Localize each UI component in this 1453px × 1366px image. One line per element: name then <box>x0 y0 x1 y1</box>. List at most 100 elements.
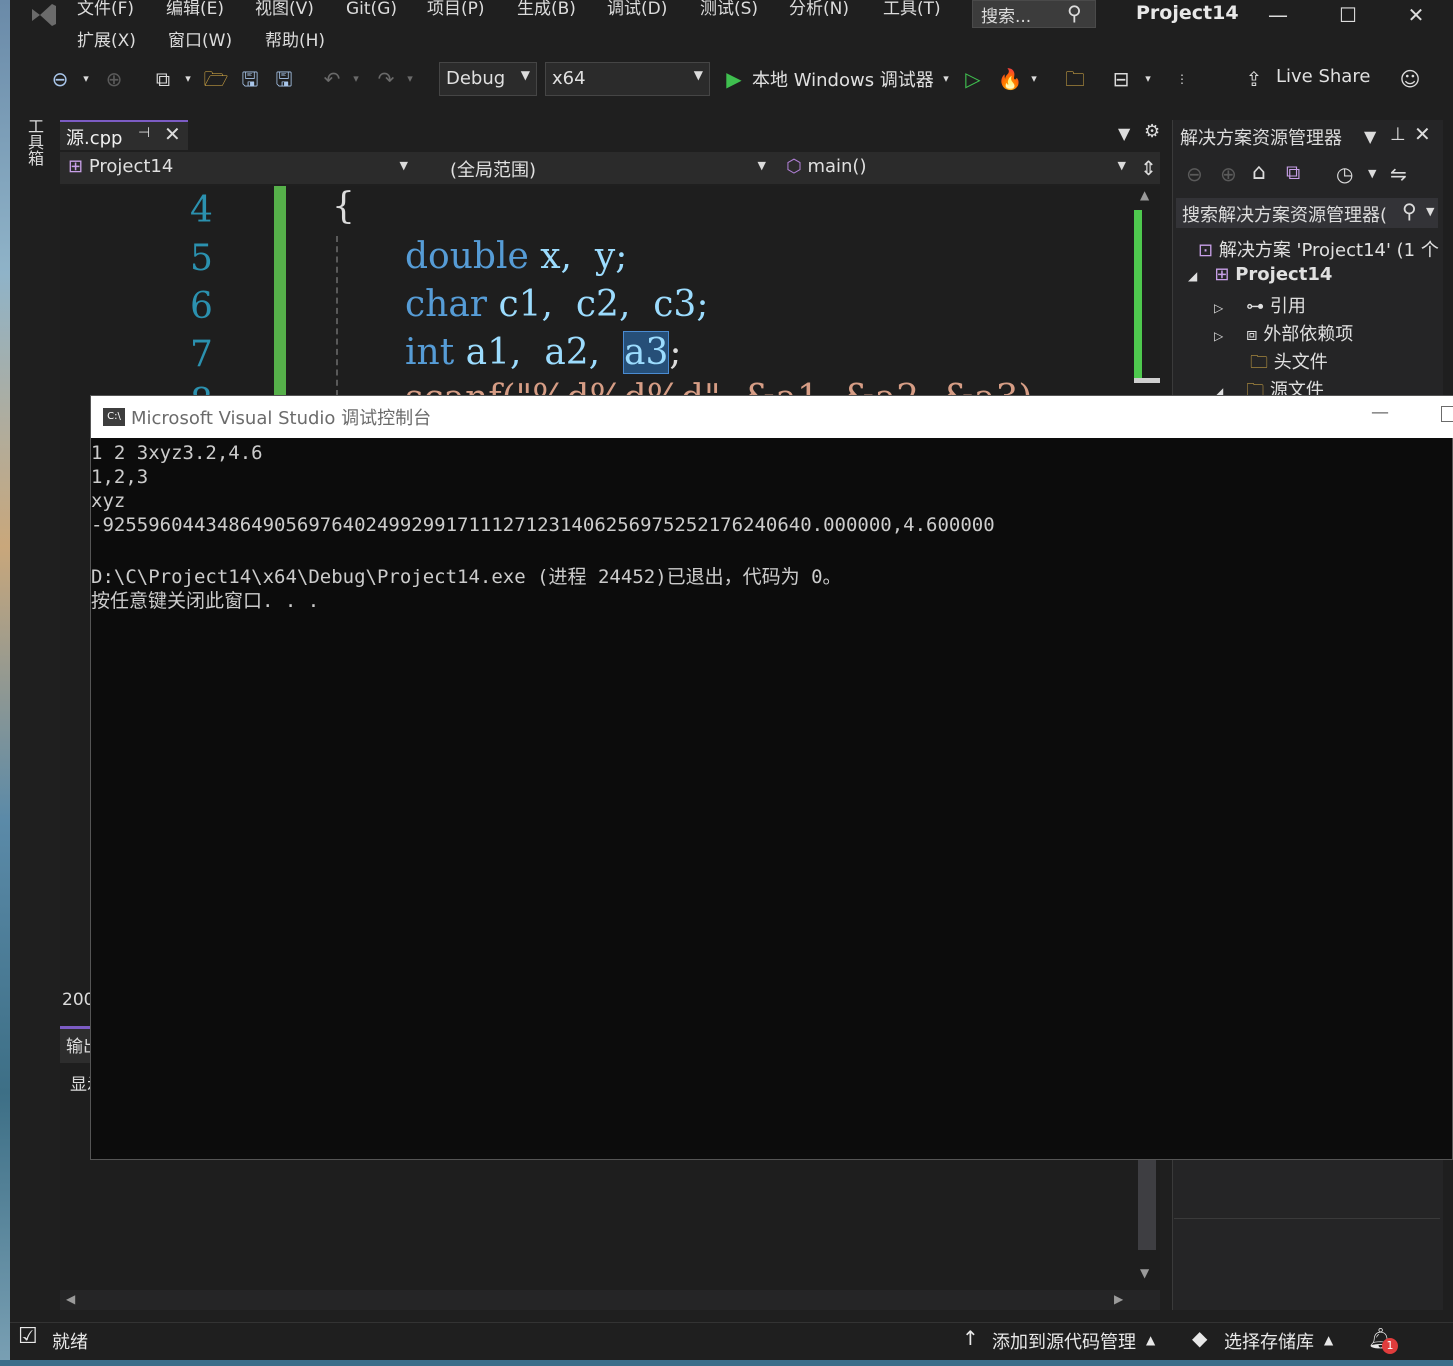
close-tab-icon[interactable]: ✕ <box>164 122 181 146</box>
console-minimize-button[interactable]: — <box>1371 402 1389 423</box>
debug-target-dropdown-icon[interactable]: ▾ <box>938 64 954 94</box>
debug-console-titlebar[interactable]: C:\ Microsoft Visual Studio 调试控制台 — <box>91 396 1453 438</box>
tree-references[interactable]: ▷ ⊶ 引用 <box>1214 292 1306 318</box>
menu-extensions[interactable]: 扩展(X) <box>77 28 136 54</box>
toolbar-overflow-icon[interactable]: ⋮ <box>1170 64 1194 94</box>
tab-list-dropdown-icon[interactable]: ▼ <box>1118 124 1130 143</box>
menu-view[interactable]: 视图(V) <box>255 0 314 24</box>
tree-source-files[interactable]: ◢ 🗀 源文件 <box>1214 376 1434 395</box>
console-app-icon: C:\ <box>103 408 125 426</box>
save-all-icon[interactable]: 🖫 <box>270 64 298 94</box>
menu-window[interactable]: 窗口(W) <box>168 28 232 54</box>
expanded-arrow-icon: ◢ <box>1188 269 1198 283</box>
close-panel-icon[interactable]: ✕ <box>1414 122 1431 146</box>
redo-icon: ↷ <box>377 67 395 91</box>
solution-explorer-title: 解决方案资源管理器 <box>1180 128 1342 149</box>
menu-file[interactable]: 文件(F) <box>77 0 134 24</box>
new-item-dropdown-icon[interactable]: ▾ <box>180 64 196 94</box>
chevron-down-icon: ▼ <box>520 68 530 82</box>
console-line: 1,2,3 <box>91 466 149 488</box>
toolbox-tab[interactable]: 工具箱 <box>24 118 46 166</box>
member-nav-select[interactable]: ⬡ main() ▼ <box>780 154 1132 182</box>
minimize-button[interactable]: — <box>1256 0 1300 30</box>
pending-changes-filter-icon[interactable]: ◷ <box>1336 162 1353 186</box>
scrollbar-caret-marker <box>1134 378 1160 383</box>
feedback-icon[interactable]: ☺ <box>1396 64 1424 94</box>
share-icon: ⇪ <box>1245 67 1263 91</box>
scroll-up-icon[interactable]: ▲ <box>1140 188 1149 202</box>
live-share-button[interactable]: Live Share <box>1276 66 1370 87</box>
add-to-source-control-button[interactable]: 添加到源代码管理 <box>992 1328 1136 1354</box>
start-without-debugging-icon[interactable]: ▷ <box>960 64 986 94</box>
save-icon[interactable]: 🖫 <box>236 64 264 94</box>
git-repo-icon: ◆ <box>1192 1326 1208 1350</box>
scroll-down-icon[interactable]: ▼ <box>1140 1266 1149 1280</box>
scope-nav-select[interactable]: (全局范围) ▼ <box>440 154 772 182</box>
line-number: 4 <box>190 190 213 231</box>
platform-select[interactable]: x64 ▼ <box>545 62 710 96</box>
horizontal-scrollbar[interactable] <box>60 1290 1160 1310</box>
debug-console-window[interactable] <box>90 395 1453 1160</box>
desktop-wallpaper <box>0 0 10 1366</box>
menu-edit[interactable]: 编辑(E) <box>166 0 224 24</box>
navigate-back-icon[interactable]: ⊖ <box>46 64 74 94</box>
start-debugging-icon[interactable]: ▶ <box>722 64 746 94</box>
pin-icon[interactable]: ⊣ <box>138 125 150 141</box>
hot-reload-icon[interactable]: 🔥 <box>996 64 1024 94</box>
project-icon: ⊞ <box>1214 264 1230 285</box>
menu-analyze[interactable]: 分析(N) <box>789 0 849 24</box>
switch-views-icon[interactable]: ⧉ <box>1286 160 1300 184</box>
close-button[interactable]: ✕ <box>1394 0 1438 30</box>
tree-solution[interactable]: ⊡ 解决方案 'Project14' (1 个 <box>1198 236 1439 262</box>
collapsed-arrow-icon: ▷ <box>1214 329 1224 343</box>
menu-project[interactable]: 项目(P) <box>427 0 485 24</box>
home-icon[interactable]: ⌂ <box>1252 160 1266 185</box>
solution-explorer-search[interactable]: 搜索解决方案资源管理器( ⚲ ▼ <box>1176 198 1438 228</box>
undo-dropdown-icon: ▾ <box>353 72 359 85</box>
select-repository-button[interactable]: 选择存储库 <box>1224 1328 1314 1354</box>
chevron-up-icon: ▲ <box>1324 1333 1334 1347</box>
maximize-button[interactable]: ☐ <box>1326 0 1370 30</box>
tab-source-cpp[interactable]: 源.cpp ⊣ ✕ <box>60 120 188 150</box>
tree-project[interactable]: ◢ ⊞ Project14 <box>1188 264 1332 285</box>
filter-dropdown-icon[interactable]: ▼ <box>1368 167 1376 180</box>
menu-help[interactable]: 帮助(H) <box>265 28 325 54</box>
window-title: Project14 <box>1136 2 1239 24</box>
se-search-placeholder: 搜索解决方案资源管理器( <box>1182 205 1388 226</box>
hot-reload-dropdown-icon[interactable]: ▾ <box>1026 64 1042 94</box>
line-number: 7 <box>190 334 213 375</box>
panel-options-dropdown-icon[interactable]: ▼ <box>1364 127 1376 146</box>
menu-test[interactable]: 测试(S) <box>700 0 758 24</box>
menu-tools[interactable]: 工具(T) <box>883 0 941 24</box>
indent-guide <box>336 236 338 396</box>
window-layout-icon[interactable]: ⊟ <box>1106 64 1136 94</box>
menu-build[interactable]: 生成(B) <box>517 0 576 24</box>
sync-icon[interactable]: ⇋ <box>1390 162 1407 186</box>
chevron-down-icon: ▼ <box>1117 159 1126 172</box>
gear-icon[interactable]: ⚙ <box>1144 121 1160 142</box>
new-item-icon[interactable]: ⧉ <box>148 64 178 94</box>
project-nav-select[interactable]: ⊞ Project14 ▼ <box>62 154 414 182</box>
scroll-left-icon[interactable]: ◀ <box>66 1292 75 1306</box>
scroll-right-icon[interactable]: ▶ <box>1114 1292 1123 1306</box>
status-ready: 就绪 <box>52 1332 88 1353</box>
back-icon: ⊖ <box>1186 162 1203 186</box>
pin-icon[interactable]: ⊥ <box>1390 124 1406 145</box>
console-line: xyz <box>91 490 126 512</box>
tree-external-dependencies[interactable]: ▷ ⧈ 外部依赖项 <box>1214 320 1353 346</box>
references-icon: ⊶ <box>1246 296 1265 317</box>
menu-git[interactable]: Git(G) <box>346 0 397 24</box>
output-scrollbar-thumb[interactable] <box>1138 1160 1156 1250</box>
search-input[interactable]: 搜索... ⚲ <box>972 0 1096 28</box>
open-folder-icon[interactable]: 🗁 <box>202 64 230 94</box>
configuration-select[interactable]: Debug ▼ <box>439 62 537 96</box>
folder-icon[interactable]: 🗀 <box>1060 64 1090 94</box>
console-maximize-button[interactable] <box>1441 406 1453 422</box>
start-debugging-button[interactable]: 本地 Windows 调试器 <box>752 66 934 92</box>
menu-debug[interactable]: 调试(D) <box>607 0 667 24</box>
desktop-taskbar-edge <box>0 1360 1453 1366</box>
back-dropdown-icon[interactable]: ▾ <box>78 64 94 94</box>
split-editor-icon[interactable]: ⇕ <box>1140 156 1157 180</box>
layout-dropdown-icon[interactable]: ▾ <box>1140 64 1156 94</box>
status-ready-icon: ☑ <box>18 1324 38 1349</box>
